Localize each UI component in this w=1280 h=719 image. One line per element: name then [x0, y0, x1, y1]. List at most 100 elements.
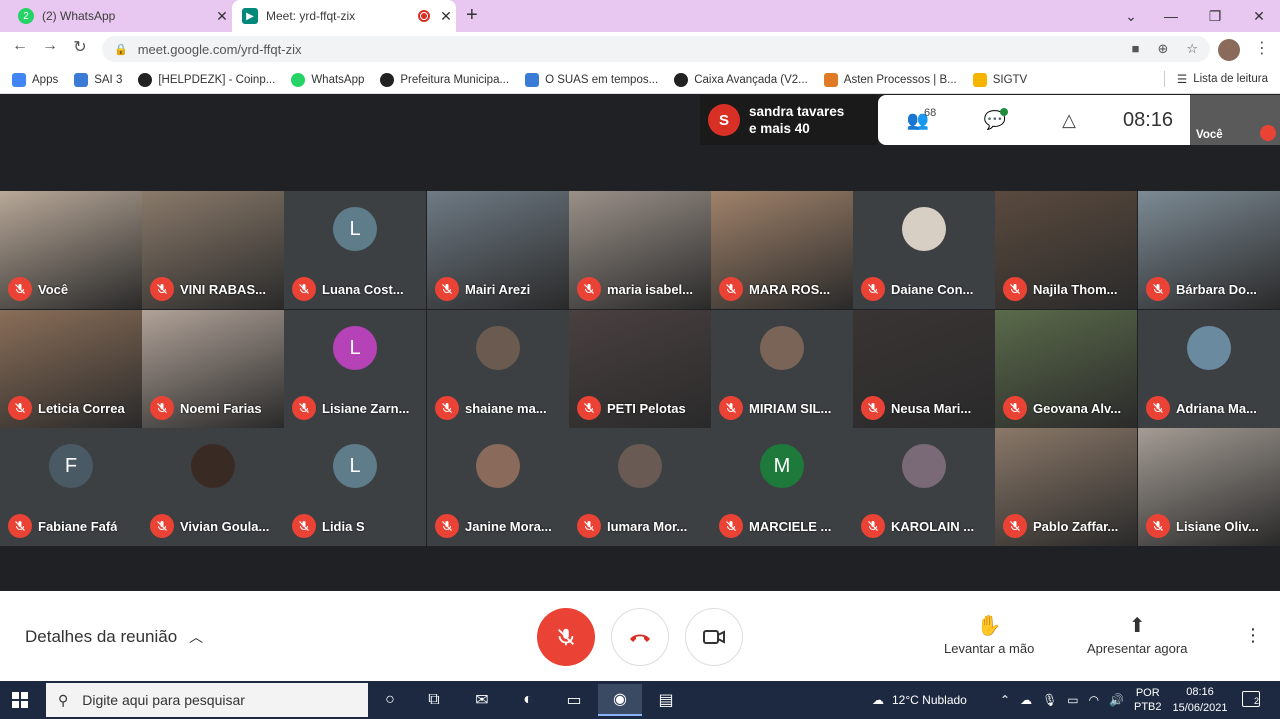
participant-tile[interactable]: VINI RABAS... [142, 191, 284, 309]
participant-tile[interactable]: MARA ROS... [711, 191, 853, 309]
globe-icon [674, 72, 689, 87]
activities-button[interactable]: △ [1032, 95, 1106, 145]
participant-tile[interactable]: Daiane Con... [853, 191, 995, 309]
participant-name-bar: Fabiane Fafá [8, 514, 136, 538]
volume-icon[interactable]: 🔊 [1109, 693, 1124, 707]
participant-tile[interactable]: KAROLAIN ... [853, 428, 995, 546]
leave-call-button[interactable] [611, 608, 669, 666]
participant-tile[interactable]: Pablo Zaffar... [995, 428, 1137, 546]
close-tab-icon[interactable]: ✕ [436, 8, 456, 25]
mail-icon[interactable]: ✉ [460, 684, 504, 716]
participant-tile[interactable]: F Fabiane Fafá [0, 428, 142, 546]
bookmark-label: SAI 3 [94, 73, 123, 86]
window-close-button[interactable]: ✕ [1238, 0, 1280, 32]
edge-icon[interactable]: ◐ [506, 684, 550, 716]
mic-off-icon [1146, 277, 1170, 301]
bookmark-item[interactable]: Caixa Avançada (V2... [674, 72, 808, 87]
participant-tile[interactable]: Vivian Goula... [142, 428, 284, 546]
microphone-icon[interactable]: 🎙 [1042, 693, 1057, 707]
participant-tile[interactable]: maria isabel... [569, 191, 711, 309]
participant-tile[interactable]: MIRIAM SIL... [711, 310, 853, 428]
participant-name: Iumara Mor... [607, 518, 688, 534]
new-tab-button[interactable]: + [466, 4, 478, 27]
participant-tile[interactable]: Você [0, 191, 142, 309]
profile-avatar[interactable] [1218, 39, 1240, 61]
lock-icon: 🔒 [114, 43, 128, 56]
notification-center-icon[interactable]: 2 [1242, 691, 1260, 707]
participant-tile[interactable]: Janine Mora... [427, 428, 569, 546]
participant-tile[interactable]: Bárbara Do... [1138, 191, 1280, 309]
participant-tile[interactable]: Noemi Farias [142, 310, 284, 428]
participant-tile[interactable]: Geovana Alv... [995, 310, 1137, 428]
participant-tile[interactable]: L Lidia S [284, 428, 426, 546]
back-button[interactable]: ← [8, 37, 32, 55]
onedrive-icon[interactable]: ☁ [1020, 693, 1032, 707]
minimize-button[interactable]: — [1150, 0, 1192, 32]
bookmark-item[interactable]: Asten Processos | B... [823, 72, 957, 87]
bookmark-item[interactable]: SIGTV [972, 72, 1027, 87]
participant-tile[interactable]: Adriana Ma... [1138, 310, 1280, 428]
zoom-icon[interactable]: ⊕ [1157, 41, 1168, 57]
bookmark-item[interactable]: [HELPDEZK] - Coinp... [138, 72, 275, 87]
tab-whatsapp[interactable]: 2 (2) WhatsApp ✕ [8, 0, 232, 32]
participant-grid: Você VINI RABAS... L Luana Cost... Mairi Are… [0, 191, 1280, 547]
bookmark-star-icon[interactable]: ☆ [1186, 41, 1198, 57]
apps-grid-icon [12, 72, 26, 87]
participant-tile[interactable]: Neusa Mari... [853, 310, 995, 428]
chrome-icon[interactable]: ◉ [598, 684, 642, 716]
chevron-up-icon[interactable]: ⌃ [1000, 693, 1010, 707]
participant-tile[interactable]: PETI Pelotas [569, 310, 711, 428]
file-explorer-icon[interactable]: ▭ [552, 684, 596, 716]
participant-tile[interactable]: Najila Thom... [995, 191, 1137, 309]
participant-avatar [1187, 326, 1231, 370]
browser-toolbar: ← → ↻ 🔒 meet.google.com/yrd-ffqt-zix ■ ⊕… [0, 32, 1280, 66]
participant-name: Leticia Correa [38, 400, 125, 416]
raise-hand-button[interactable]: ✋ Levantar a mão [944, 613, 1034, 656]
chat-button[interactable]: 💬 [958, 95, 1032, 145]
participant-tile[interactable]: L Lisiane Zarn... [284, 310, 426, 428]
participant-tile[interactable]: Mairi Arezi [427, 191, 569, 309]
participant-name-bar: Iumara Mor... [577, 514, 705, 538]
participant-tile[interactable]: shaiane ma... [427, 310, 569, 428]
camera-icon[interactable]: ■ [1132, 41, 1140, 57]
windows-start-icon[interactable] [12, 692, 28, 708]
bookmark-apps[interactable]: Apps [12, 72, 58, 87]
reload-button[interactable]: ↻ [68, 37, 92, 57]
forward-button[interactable]: → [38, 37, 62, 55]
bookmark-item[interactable]: O SUAS em tempos... [525, 72, 658, 87]
participant-tile[interactable]: Iumara Mor... [569, 428, 711, 546]
people-button[interactable]: 👥 68 [878, 95, 958, 145]
language-indicator[interactable]: POR PTB2 [1134, 681, 1162, 719]
bookmark-item[interactable]: WhatsApp [291, 72, 364, 87]
battery-icon[interactable]: ▭ [1067, 693, 1078, 707]
participant-tile[interactable]: Lisiane Oliv... [1138, 428, 1280, 546]
reading-list[interactable]: ☰ Lista de leitura [1164, 71, 1268, 87]
participant-tile[interactable]: Leticia Correa [0, 310, 142, 428]
bookmark-item[interactable]: Prefeitura Municipa... [380, 72, 509, 87]
taskbar-clock[interactable]: 08:16 15/06/2021 [1168, 684, 1232, 716]
participant-name-bar: Daiane Con... [861, 277, 989, 301]
participant-tile[interactable]: M MARCIELE ... [711, 428, 853, 546]
task-view-icon[interactable]: ⧉ [412, 684, 456, 716]
more-options-icon[interactable]: ⋮ [1244, 625, 1262, 646]
weather-widget[interactable]: ☁ 12°C Nublado [872, 681, 967, 719]
address-bar[interactable]: 🔒 meet.google.com/yrd-ffqt-zix ■ ⊕ ☆ [102, 36, 1210, 62]
self-view-thumbnail[interactable]: Você [1190, 95, 1280, 145]
tab-search-icon[interactable]: ⌄ [1110, 0, 1152, 32]
word-icon[interactable]: ▤ [644, 684, 688, 716]
participant-avatar: F [49, 444, 93, 488]
present-now-button[interactable]: ⬆ Apresentar agora [1087, 613, 1187, 656]
taskbar-search[interactable]: ⚲ Digite aqui para pesquisar [46, 683, 368, 717]
close-tab-icon[interactable]: ✕ [212, 8, 232, 25]
wifi-icon[interactable]: ◠ [1089, 693, 1099, 707]
meeting-details-button[interactable]: Detalhes da reunião ︿ [25, 627, 203, 647]
maximize-button[interactable]: ❐ [1194, 0, 1236, 32]
tab-meet[interactable]: ▶ Meet: yrd-ffqt-zix ✕ [232, 0, 456, 32]
cortana-icon[interactable]: ○ [368, 684, 412, 716]
mic-toggle-button[interactable] [537, 608, 595, 666]
participant-tile[interactable]: L Luana Cost... [284, 191, 426, 309]
bookmark-item[interactable]: SAI 3 [74, 72, 123, 87]
camera-toggle-button[interactable] [685, 608, 743, 666]
browser-menu-icon[interactable]: ⋮ [1254, 38, 1270, 58]
participant-name: Lisiane Zarn... [322, 400, 410, 416]
